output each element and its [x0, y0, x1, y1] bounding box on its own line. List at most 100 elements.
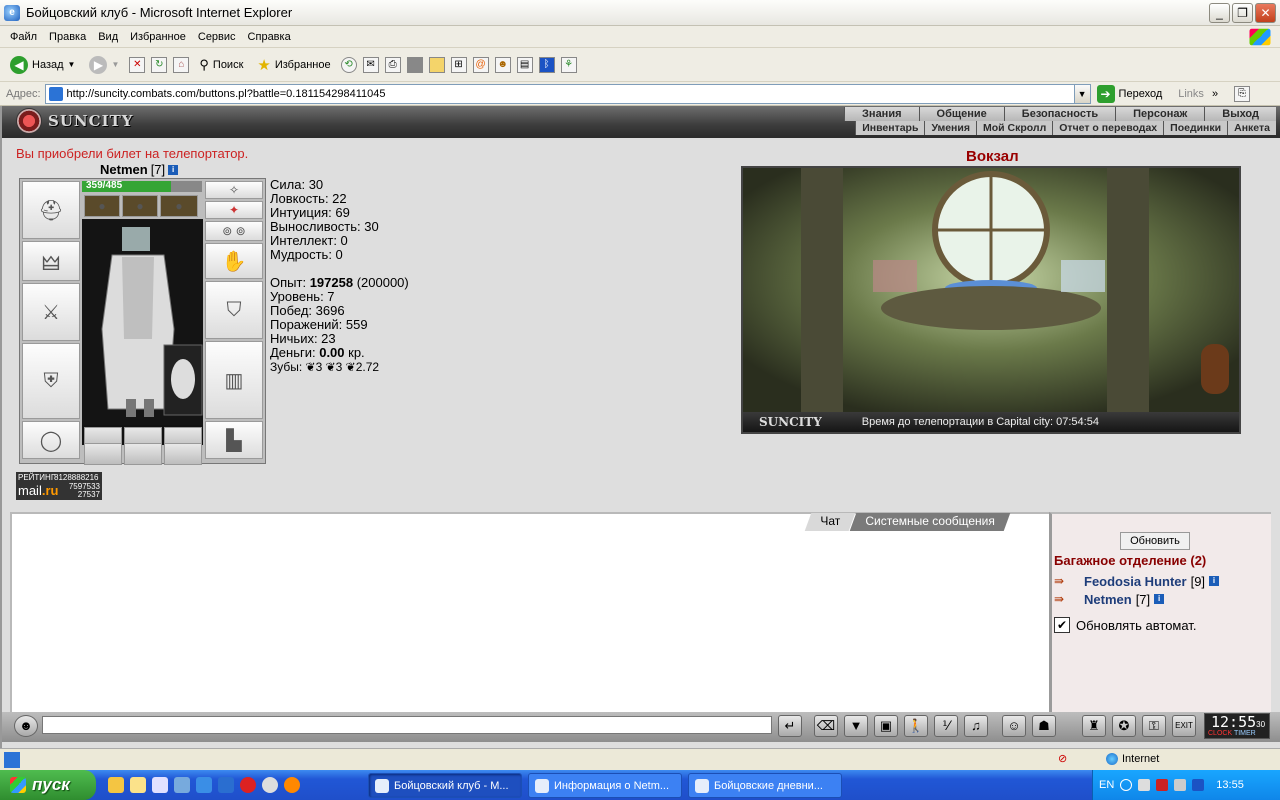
nav-communication[interactable]: Общение	[918, 107, 1004, 121]
maximize-button[interactable]: ❐	[1232, 3, 1253, 23]
menu-file[interactable]: Файл	[4, 31, 43, 43]
search-button[interactable]: ⚲ Поиск	[195, 55, 247, 75]
taskbar-item[interactable]: Бойцовские дневни...	[688, 773, 842, 798]
lock-icon[interactable]: ⚿	[1142, 715, 1166, 737]
exit-icon[interactable]: EXIT	[1172, 715, 1196, 737]
favorites-button[interactable]: ★ Избранное	[253, 54, 334, 76]
send-icon[interactable]: ↵	[778, 715, 802, 737]
menu-view[interactable]: Вид	[92, 31, 124, 43]
menu-tools[interactable]: Сервис	[192, 31, 242, 43]
forward-button[interactable]: ▶ ▼	[85, 54, 123, 76]
walk-icon[interactable]: 🚶	[904, 715, 928, 737]
nav-character[interactable]: Персонаж	[1115, 107, 1205, 121]
bluetooth-icon[interactable]: ᛒ	[538, 56, 555, 73]
taskbar-item[interactable]: Информация о Netm...	[528, 773, 682, 798]
chat-area[interactable]	[10, 512, 1049, 712]
print-icon[interactable]: ⎙	[384, 56, 401, 73]
info-icon[interactable]: i	[168, 164, 179, 175]
stop-icon[interactable]: ✕	[129, 56, 146, 73]
rune-slot-5[interactable]	[124, 443, 162, 465]
mailru-rating-counter[interactable]: РЕЙТИНГ 8128888216 7597533 27537 mail.ru	[16, 472, 102, 500]
volume-muted-icon[interactable]	[1174, 779, 1187, 791]
antivirus-icon[interactable]	[1156, 779, 1169, 791]
player-name[interactable]: Feodosia Hunter	[1084, 574, 1187, 589]
nav-exit[interactable]: Выход	[1204, 107, 1276, 121]
character-avatar[interactable]	[82, 219, 203, 445]
extra-toolbar-icon[interactable]: ⎘	[1234, 85, 1251, 102]
agent-icon[interactable]	[152, 777, 168, 793]
at-icon[interactable]: @	[472, 56, 489, 73]
taskbar-item[interactable]: Бойцовский клуб - M...	[368, 773, 522, 798]
nav-skills[interactable]: Умения	[924, 121, 976, 135]
explorer-icon[interactable]	[218, 777, 234, 793]
player-row[interactable]: ⇛ Feodosia Hunter [9] i	[1054, 572, 1220, 590]
station-scene[interactable]: SUNCITY Время до телепортации в Capital …	[741, 166, 1241, 434]
gloves-slot[interactable]: ✋	[205, 243, 263, 279]
mail-icon[interactable]: ✉	[362, 56, 379, 73]
tab-system-messages[interactable]: Системные сообщения	[849, 513, 1010, 531]
tray-arrow-icon[interactable]	[1120, 779, 1133, 791]
home-icon[interactable]: ⌂	[173, 56, 190, 73]
shield-slot[interactable]: ⛉	[205, 281, 263, 339]
opera-icon[interactable]	[240, 777, 256, 793]
go-button[interactable]: ➔ Переход	[1096, 84, 1162, 103]
network-icon[interactable]: ⚘	[560, 56, 577, 73]
info-icon[interactable]: i	[1154, 594, 1165, 604]
close-button[interactable]: ✕	[1255, 3, 1276, 23]
chat-input[interactable]	[42, 716, 772, 734]
amulet-slot[interactable]: ✧	[205, 181, 263, 199]
bluetooth-tray-icon[interactable]	[1192, 779, 1205, 791]
menu-favorites[interactable]: Избранное	[124, 31, 192, 43]
ring-slot-1[interactable]: ●	[84, 195, 120, 217]
rune-slot-6[interactable]	[164, 443, 202, 465]
network-tray-icon[interactable]	[1138, 779, 1151, 791]
minimize-button[interactable]: _	[1209, 3, 1230, 23]
player-name[interactable]: Netmen	[1084, 592, 1132, 607]
nav-inventory[interactable]: Инвентарь	[855, 121, 925, 135]
sound-icon[interactable]: ♫	[964, 715, 988, 737]
belt-slot[interactable]: ◯	[22, 421, 80, 459]
messenger-icon[interactable]: ☻	[494, 56, 511, 73]
auto-refresh-checkbox[interactable]: ✔	[1054, 617, 1070, 633]
pants-slot[interactable]: ▥	[205, 341, 263, 419]
jewelry-slot[interactable]: ⊚ ⊚	[205, 221, 263, 241]
eraser-icon[interactable]: ⌫	[814, 715, 838, 737]
helmet-slot[interactable]: ⛑	[22, 181, 80, 239]
filter-icon[interactable]: ▼	[844, 715, 868, 737]
mail-agent-icon[interactable]	[284, 777, 300, 793]
chat-speaker-icon[interactable]: ☻	[14, 715, 38, 737]
translit-icon[interactable]: ⅟	[934, 715, 958, 737]
links-chevron-icon[interactable]: »	[1212, 88, 1218, 100]
refresh-button[interactable]: Обновить	[1120, 532, 1190, 550]
smiley-icon[interactable]: ☺	[1002, 715, 1026, 737]
folder-icon[interactable]	[108, 777, 124, 793]
clan-icon[interactable]: ✪	[1112, 715, 1136, 737]
bracers-slot[interactable]: 🜲	[22, 241, 80, 281]
edit-icon[interactable]	[406, 56, 423, 73]
back-button[interactable]: ◀ Назад ▼	[6, 54, 79, 76]
nav-profile[interactable]: Анкета	[1227, 121, 1276, 135]
ring-slot-3[interactable]: ●	[160, 195, 198, 217]
ring-slot-2[interactable]: ●	[122, 195, 158, 217]
private-message-icon[interactable]: ⇛	[1054, 574, 1080, 588]
rune-slot-4[interactable]	[84, 443, 122, 465]
nav-security[interactable]: Безопасность	[1003, 107, 1116, 121]
money-bag-icon[interactable]: ♜	[1082, 715, 1106, 737]
tool-icon[interactable]: ⊞	[450, 56, 467, 73]
nav-knowledge[interactable]: Знания	[844, 107, 919, 121]
research-icon[interactable]: ▤	[516, 56, 533, 73]
nav-duels[interactable]: Поединки	[1163, 121, 1228, 135]
nav-my-scroll[interactable]: Мой Скролл	[975, 121, 1053, 135]
private-message-icon[interactable]: ⇛	[1054, 592, 1080, 606]
tab-chat[interactable]: Чат	[804, 513, 856, 531]
notes-icon[interactable]	[130, 777, 146, 793]
info-icon[interactable]: i	[1209, 576, 1220, 586]
start-button[interactable]: пуск	[0, 770, 96, 800]
player-row[interactable]: ⇛ Netmen [7] i	[1054, 590, 1219, 608]
network-icon[interactable]	[174, 777, 190, 793]
menu-help[interactable]: Справка	[242, 31, 297, 43]
language-indicator[interactable]: EN	[1099, 779, 1114, 791]
address-input[interactable]: http://suncity.combats.com/buttons.pl?ba…	[44, 83, 1091, 104]
menu-edit[interactable]: Правка	[43, 31, 92, 43]
ie-icon[interactable]	[196, 777, 212, 793]
